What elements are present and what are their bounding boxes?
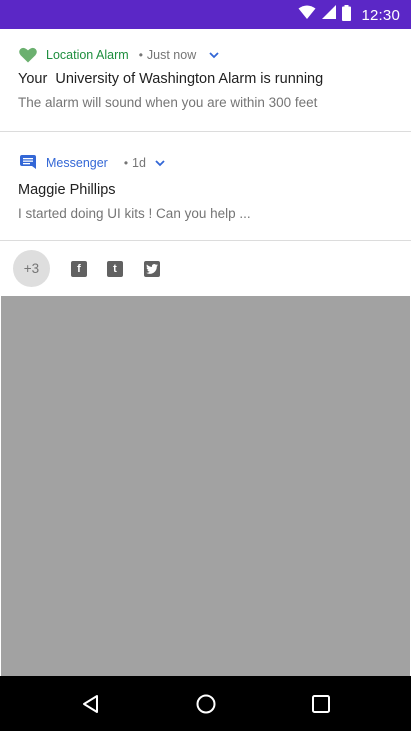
recents-icon[interactable] (309, 692, 333, 716)
app-name: Location Alarm (46, 48, 129, 62)
heart-icon (18, 45, 38, 65)
facebook-icon[interactable]: f (71, 261, 87, 277)
notification-title: Your University of Washington Alarm is r… (18, 71, 324, 87)
notification-time: Just now (146, 48, 197, 62)
navigation-bar (0, 676, 411, 731)
app-name: Messenger (46, 156, 108, 170)
notification-time: 1d (132, 156, 146, 170)
notification-header: Messenger • 1d (18, 152, 166, 174)
separator-dot: • (138, 48, 143, 62)
notification-header: Location Alarm • Just now (18, 44, 220, 66)
notification-location-alarm[interactable]: Location Alarm • Just now Your Universit… (0, 29, 411, 132)
separator-dot: • (123, 156, 129, 170)
notification-messenger[interactable]: Messenger • 1d Maggie Phillips I started… (0, 132, 411, 241)
overflow-row: +3 f t (0, 241, 411, 296)
notification-text: I started doing UI kits ! Can you help .… (18, 206, 251, 221)
notification-title: Maggie Phillips (18, 182, 116, 198)
twitter-icon[interactable] (144, 261, 160, 277)
status-time: 12:30 (361, 6, 400, 24)
status-bar: 12:30 (0, 0, 411, 29)
wifi-icon (298, 5, 316, 25)
cell-signal-icon (322, 5, 337, 25)
dimmed-background[interactable] (1, 296, 410, 676)
battery-icon (342, 4, 352, 26)
home-icon[interactable] (194, 692, 218, 716)
chevron-down-icon[interactable] (208, 49, 220, 61)
status-icons: 12:30 (298, 4, 400, 26)
tumblr-icon[interactable]: t (107, 261, 123, 277)
back-icon[interactable] (79, 692, 103, 716)
notification-text: The alarm will sound when you are within… (18, 95, 318, 110)
message-icon (18, 153, 38, 173)
more-notifications-badge[interactable]: +3 (13, 250, 50, 287)
chevron-down-icon[interactable] (154, 157, 166, 169)
